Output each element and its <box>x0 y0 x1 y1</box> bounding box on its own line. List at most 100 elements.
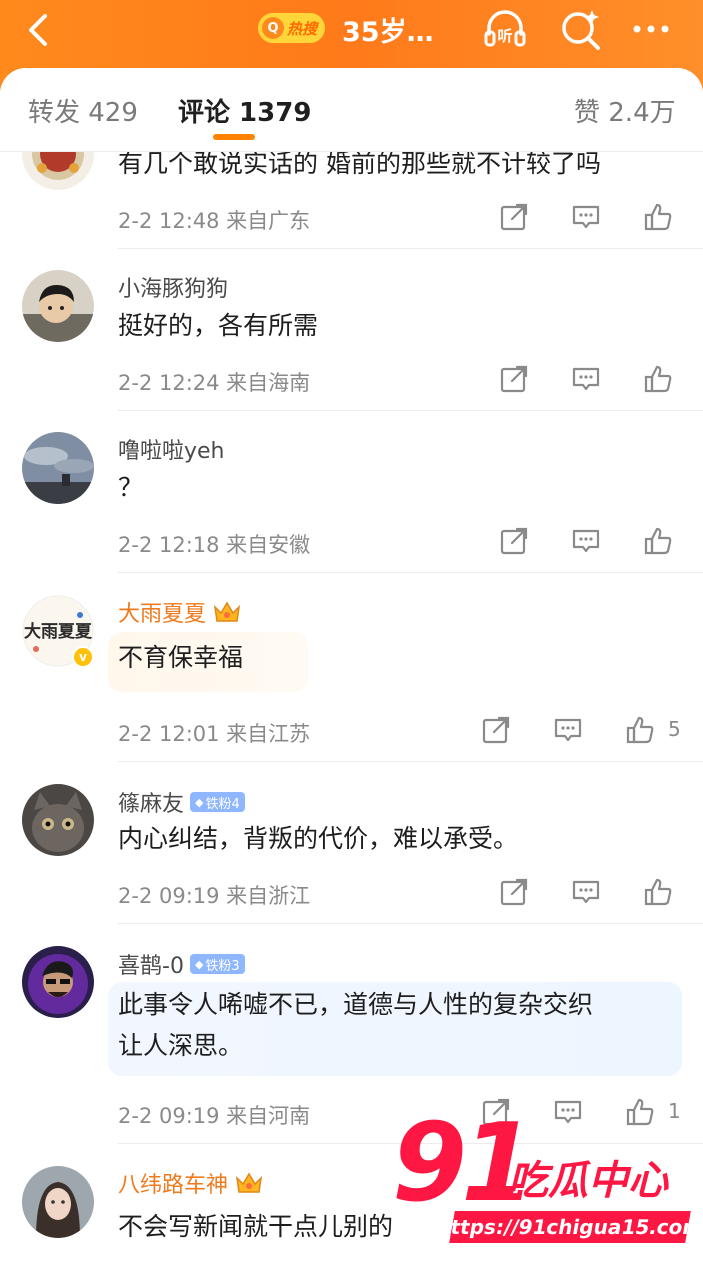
chevron-left-icon <box>29 14 47 46</box>
comment-icon <box>554 718 582 742</box>
like-icon <box>644 203 672 231</box>
divider <box>118 923 703 924</box>
search-sparkle-icon <box>562 10 600 50</box>
tab-bar: 转发 429 评论 1379 赞 2.4万 <box>0 68 703 152</box>
share-icon <box>500 527 528 555</box>
avatar-neon-man <box>22 946 94 1018</box>
more-dots-icon <box>633 25 669 33</box>
share-icon <box>500 203 528 231</box>
share-button[interactable] <box>498 876 530 908</box>
comment-text: 不育保幸福 <box>118 643 244 672</box>
headphones-icon: 听 <box>484 10 526 47</box>
comment-username[interactable]: 喜鹊-0 ◆ 铁粉3 <box>118 948 245 980</box>
like-button[interactable] <box>624 714 656 746</box>
search-button[interactable] <box>558 6 604 52</box>
diamond-icon: ◆ <box>194 957 204 971</box>
share-icon <box>482 716 510 744</box>
diamond-icon: ◆ <box>195 795 204 809</box>
comment-icon <box>572 205 600 229</box>
topic-title[interactable]: 35岁… <box>342 10 434 49</box>
avatar-cat-photo <box>22 784 94 856</box>
like-count: 1 <box>668 1099 681 1123</box>
avatar[interactable] <box>22 784 94 856</box>
active-tab-indicator <box>213 134 255 140</box>
tab-comments[interactable]: 评论 1379 <box>178 92 311 129</box>
search-q-icon: Q <box>262 17 284 39</box>
comment-username[interactable]: 噜啦啦yeh <box>118 433 225 465</box>
crown-badge-icon <box>234 1170 264 1196</box>
comment-text: ？ <box>118 473 144 502</box>
username-text: 篠麻友 <box>118 792 185 817</box>
username-text: 小海豚狗狗 <box>118 277 229 302</box>
watermark-name: 吃瓜中心 <box>508 1158 668 1204</box>
fan-badge: ◆ 铁粉3 <box>189 954 245 974</box>
username-text: 大雨夏夏 <box>118 602 207 627</box>
comment-meta: 2-2 09:19 来自河南 <box>118 1104 311 1128</box>
tab-likes[interactable]: 赞 2.4万 <box>574 92 676 129</box>
comments-card: 转发 429 评论 1379 赞 2.4万 <box>0 68 703 1280</box>
avatar-sky-photo <box>22 432 94 504</box>
back-button[interactable] <box>18 8 62 52</box>
avatar[interactable] <box>22 946 94 1018</box>
like-button[interactable] <box>642 363 674 395</box>
comment-username[interactable]: 小海豚狗狗 <box>118 271 228 303</box>
comment-meta: 2-2 12:48 来自广东 <box>118 209 311 233</box>
hot-search-label: 热搜 <box>287 19 318 38</box>
comment-icon <box>572 529 600 553</box>
comment-username[interactable]: 八纬路车神 <box>118 1167 264 1199</box>
share-button[interactable] <box>498 201 530 233</box>
share-button[interactable] <box>498 525 530 557</box>
comment-text-line2: 让人深思。 <box>118 1031 244 1060</box>
share-icon <box>500 365 528 393</box>
comment-button[interactable] <box>552 714 584 746</box>
comment-icon <box>572 367 600 391</box>
like-button[interactable] <box>624 1096 656 1128</box>
comment-text: 内心纠结，背叛的代价，难以承受。 <box>118 824 519 853</box>
listen-button[interactable]: 听 <box>482 6 528 52</box>
fan-badge-label: 铁粉3 <box>205 958 240 974</box>
username-text: 噜啦啦yeh <box>118 439 225 464</box>
divider <box>118 761 703 762</box>
hot-search-badge[interactable]: Q 热搜 <box>258 13 326 43</box>
crown-badge-icon <box>212 599 242 625</box>
share-icon <box>500 878 528 906</box>
like-icon <box>626 1098 654 1126</box>
like-button[interactable] <box>642 876 674 908</box>
avatar[interactable] <box>22 432 94 504</box>
comment-meta: 2-2 09:19 来自浙江 <box>118 884 311 908</box>
comment-button[interactable] <box>570 363 602 395</box>
avatar[interactable] <box>22 1166 94 1238</box>
comment-username[interactable]: 篠麻友 ◆ 铁粉4 <box>118 786 245 818</box>
comment-button[interactable] <box>570 876 602 908</box>
like-icon <box>644 527 672 555</box>
comment-text: 不会写新闻就干点儿别的 <box>118 1212 394 1241</box>
fan-badge: ◆ 铁粉4 <box>190 792 245 812</box>
divider <box>118 572 703 573</box>
comment-button[interactable] <box>570 201 602 233</box>
comment-meta: 2-2 12:24 来自海南 <box>118 371 311 395</box>
avatar-logo-text: 大雨夏夏 <box>24 621 93 642</box>
comment-meta: 2-2 12:18 来自安徽 <box>118 533 311 557</box>
like-icon <box>626 716 654 744</box>
comment-button[interactable] <box>552 1096 584 1128</box>
verified-badge: v <box>72 646 94 668</box>
comment-username[interactable]: 大雨夏夏 <box>118 596 242 628</box>
like-icon <box>644 878 672 906</box>
more-button[interactable] <box>628 6 674 52</box>
avatar-child-photo <box>22 270 94 342</box>
like-count: 5 <box>668 717 681 741</box>
tab-repost[interactable]: 转发 429 <box>28 92 138 129</box>
like-button[interactable] <box>642 201 674 233</box>
share-button[interactable] <box>480 714 512 746</box>
watermark-url: https://91chigua15.com <box>434 1211 703 1243</box>
listen-label: 听 <box>497 27 512 45</box>
comment-text-line1: 此事令人唏嘘不已，道德与人性的复杂交织 <box>118 990 594 1019</box>
divider <box>118 410 703 411</box>
comment-meta: 2-2 12:01 来自江苏 <box>118 722 311 746</box>
like-button[interactable] <box>642 525 674 557</box>
share-button[interactable] <box>498 363 530 395</box>
comment-icon <box>572 880 600 904</box>
comment-button[interactable] <box>570 525 602 557</box>
divider <box>118 248 703 249</box>
avatar[interactable] <box>22 270 94 342</box>
